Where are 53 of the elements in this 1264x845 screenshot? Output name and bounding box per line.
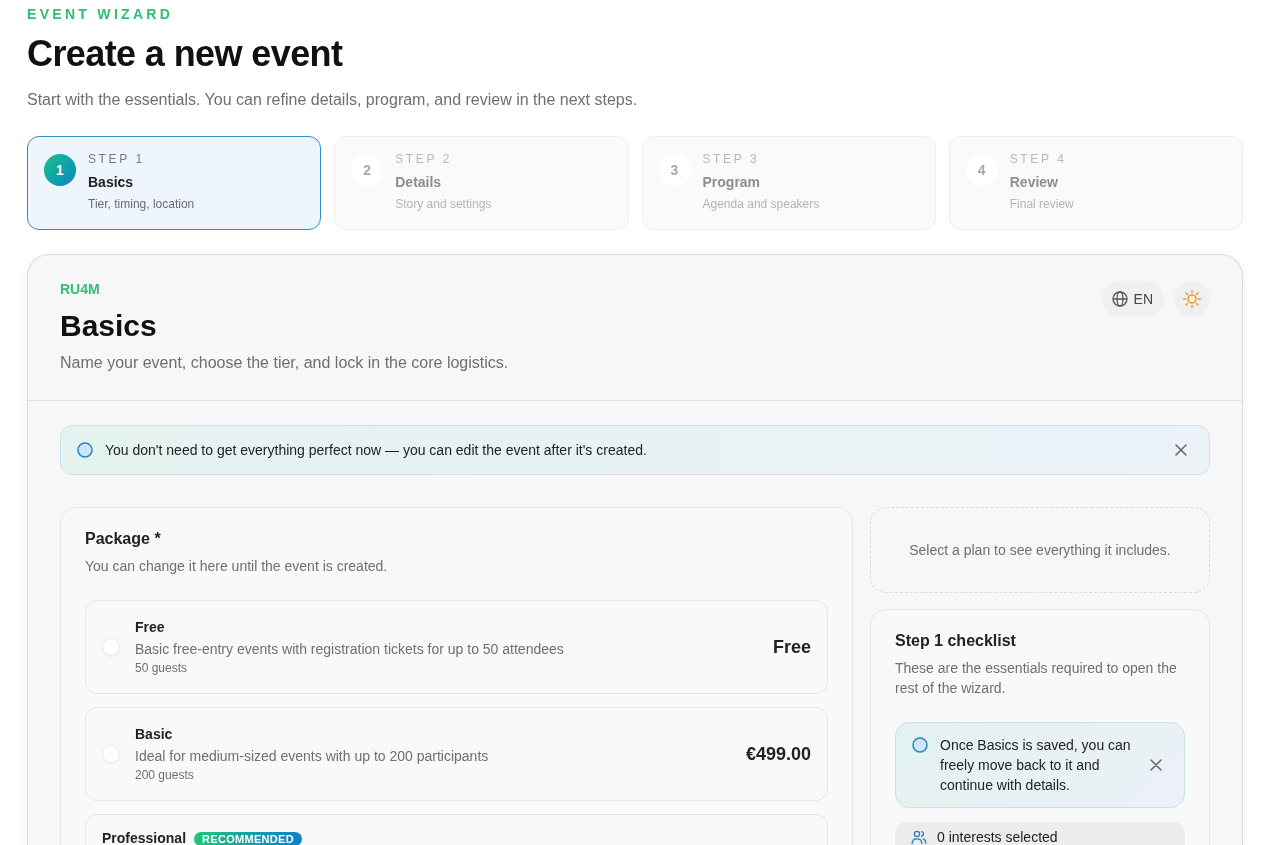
package-price: Free — [772, 635, 811, 659]
step-label: STEP 1 — [88, 152, 146, 167]
guest-count: 50 guests — [135, 660, 189, 676]
step-number: 4 — [965, 154, 998, 186]
info-icon — [912, 737, 928, 753]
globe-icon — [1111, 291, 1128, 307]
close-icon — [1150, 759, 1162, 771]
step-number: 1 — [44, 154, 76, 186]
step-title: Program — [702, 174, 762, 191]
interests-count: 0 interests selected — [937, 828, 1058, 845]
package-hint: You can change it here until the event is created. — [85, 557, 389, 576]
package-option[interactable]: Professional RECOMMENDED — [85, 814, 828, 845]
package-name: Free — [135, 618, 165, 636]
step-subtitle: Tier, timing, location — [88, 197, 195, 212]
info-icon — [77, 442, 93, 458]
step-label: STEP 3 — [702, 152, 761, 167]
alert-text: Once Basics is saved, you can freely move back to it and continue with details. — [940, 736, 1132, 795]
sun-icon — [1182, 289, 1202, 309]
alert-text: You don't need to get everything perfect now — you can edit the event after it's created. — [105, 441, 648, 460]
step-label: STEP 2 — [395, 152, 453, 167]
step-subtitle: Agenda and speakers — [702, 197, 820, 212]
event-code: RU4M — [60, 281, 100, 298]
section-description: Name your event, choose the tier, and lock in the core logistics. — [60, 353, 509, 373]
step-number: 2 — [351, 154, 384, 186]
language-button[interactable]: EN — [1101, 281, 1164, 317]
plan-summary-text: Select a plan to see everything it includes. — [909, 540, 1171, 560]
package-title: Package * — [85, 529, 162, 549]
package-name: Basic — [135, 725, 173, 743]
checklist-title: Step 1 checklist — [895, 631, 1017, 651]
guest-count: 200 guests — [135, 767, 195, 783]
step-title: Review — [1009, 174, 1059, 191]
checklist-description: These are the essentials required to open the rest of the wizard. — [895, 659, 1178, 698]
step-title: Details — [395, 174, 443, 191]
people-icon — [911, 829, 927, 845]
package-name: Professional — [102, 830, 187, 845]
page-subtitle: Start with the essentials. You can refine details, program, and review in the next steps. — [27, 90, 639, 110]
package-description: Basic free-entry events with registration tickets for up to 50 attendees — [135, 639, 564, 659]
theme-toggle-button[interactable] — [1174, 281, 1210, 317]
step-subtitle: Final review — [1009, 197, 1074, 212]
package-option[interactable]: Free Basic free-entry events with registration tickets for up to 50 attendees 50 guests Free — [85, 600, 828, 694]
recommended-badge: RECOMMENDED — [194, 831, 302, 845]
close-icon — [1175, 444, 1187, 456]
wizard-eyebrow: EVENT WIZARD — [27, 6, 174, 23]
step-tab[interactable]: 1 STEP 1 Basics Tier, timing, location — [27, 136, 322, 230]
package-option[interactable]: Basic Ideal for medium-sized events with up to 200 participants 200 guests €499.00 — [85, 707, 828, 801]
section-title: Basics — [60, 308, 158, 344]
step-title: Basics — [88, 174, 135, 191]
package-description: Ideal for medium-sized events with up to 200 participants — [135, 746, 489, 766]
step-subtitle: Story and settings — [395, 197, 492, 212]
page-title: Create a new event — [27, 32, 344, 75]
step-number: 3 — [658, 154, 691, 186]
step-label: STEP 4 — [1009, 152, 1068, 167]
package-price: €499.00 — [745, 742, 811, 766]
